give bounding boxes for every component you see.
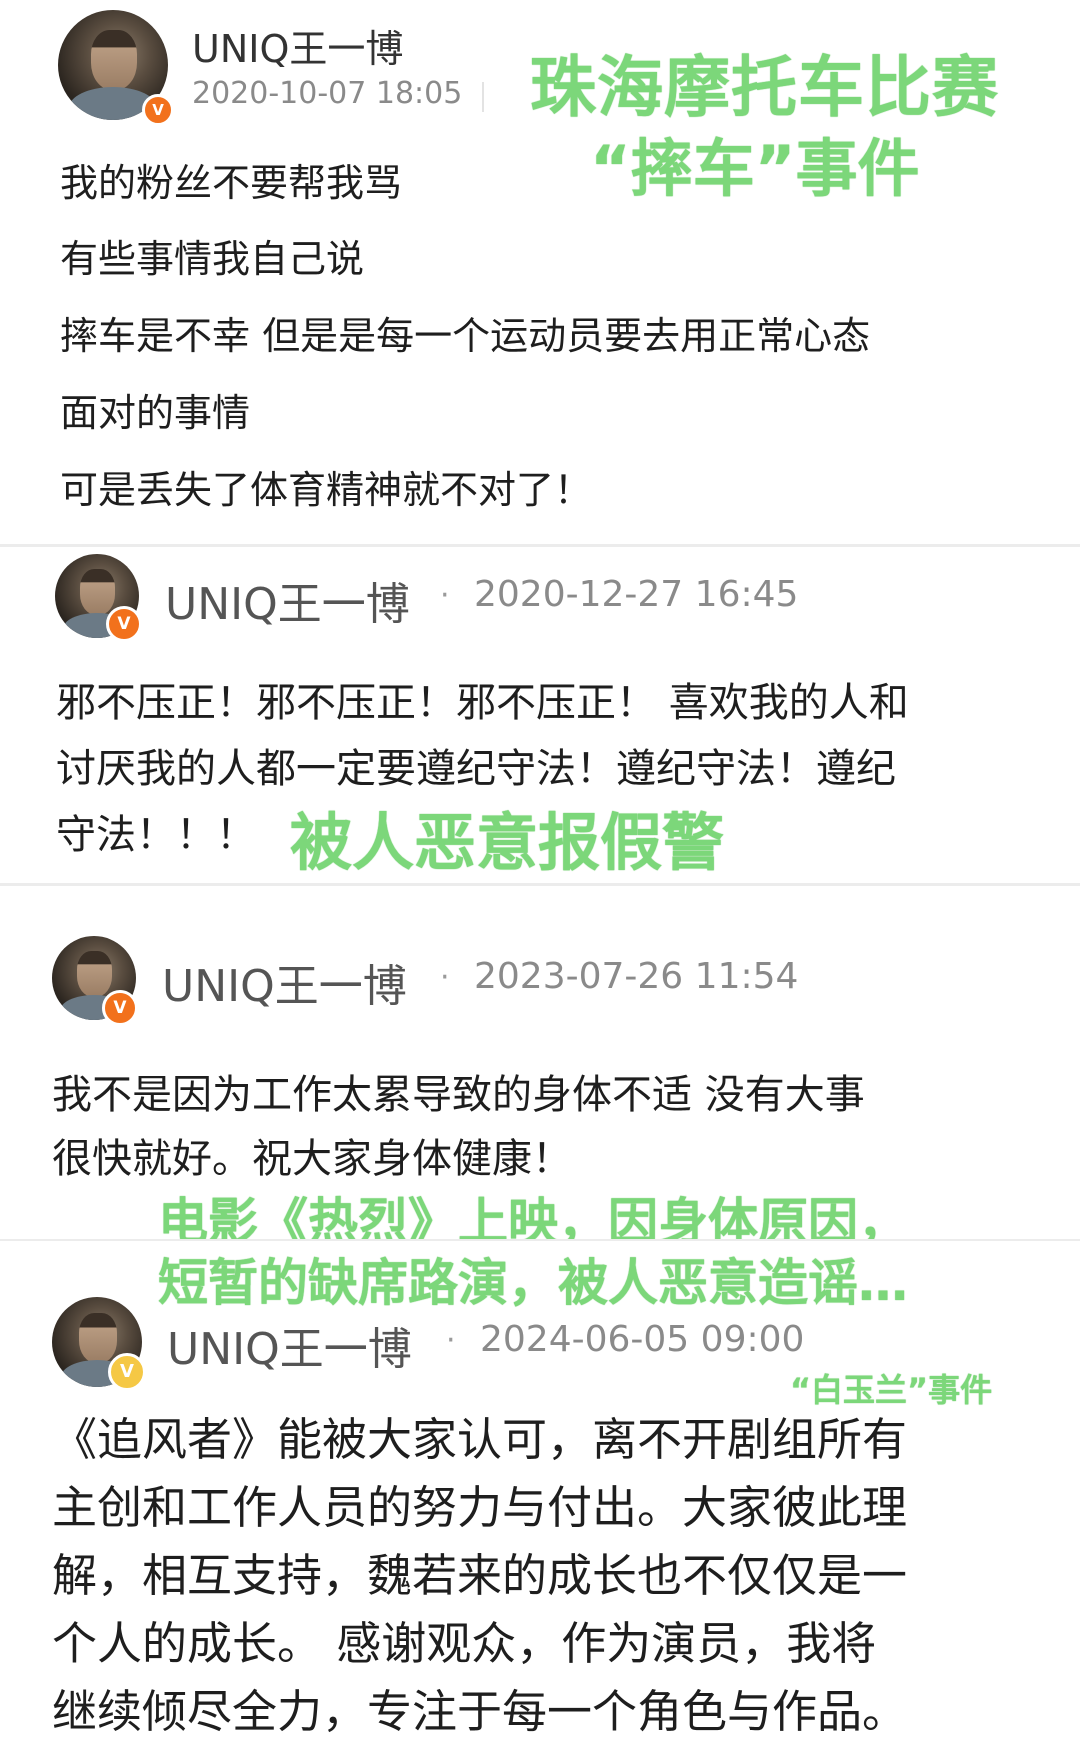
post-text-line: 我的粉丝不要帮我骂 xyxy=(60,161,403,205)
post-text-line: 摔车是不幸 但是是每一个运动员要去用正常心态 xyxy=(60,314,871,358)
username[interactable]: UNIQ王一博 xyxy=(167,1313,412,1377)
avatar-face xyxy=(80,569,116,616)
username[interactable]: UNIQ王一博 xyxy=(192,18,403,73)
post-text-line: 我不是因为工作太累导致的身体不适 没有大事 xyxy=(52,1072,865,1118)
header-separator: · xyxy=(440,578,450,613)
avatar-face xyxy=(79,1313,117,1363)
post-timestamp: 2020-10-07 18:05 xyxy=(192,76,463,111)
weibo-post-2: V UNIQ王一博 · 2020-12-27 16:45 邪不压正！邪不压正！邪… xyxy=(0,548,1080,883)
post-text-line: 很快就好。祝大家身体健康！ xyxy=(52,1136,572,1182)
avatar-face xyxy=(77,951,113,998)
post-timestamp: 2024-06-05 09:00 xyxy=(480,1319,805,1360)
post-text-line: 有些事情我自己说 xyxy=(60,237,365,281)
post-text-line: 解，相互支持，魏若来的成长也不仅仅是一 xyxy=(52,1549,908,1602)
weibo-post-3: V UNIQ王一博 · 2023-07-26 11:54 我不是因为工作太累导致… xyxy=(0,886,1080,1240)
header-divider xyxy=(482,82,484,112)
verified-badge-icon: V xyxy=(142,94,174,126)
post-text-line: 邪不压正！邪不压正！邪不压正！ 喜欢我的人和 xyxy=(56,680,909,726)
avatar-face xyxy=(91,29,138,91)
post-text-line: 面对的事情 xyxy=(60,391,251,435)
weibo-post-4: 短暂的缺席路演，被人恶意造谣… V UNIQ王一博 · 2024-06-05 0… xyxy=(0,1241,1080,1745)
post-text-line: 继续倾尽全力，专注于每一个角色与作品。 xyxy=(52,1685,908,1738)
annotation-line-2: “摔车”事件 xyxy=(590,132,920,205)
post-text-line: 守法！！！ xyxy=(56,812,256,858)
verified-badge-icon: V xyxy=(108,1353,146,1391)
username[interactable]: UNIQ王一博 xyxy=(162,950,407,1014)
username[interactable]: UNIQ王一博 xyxy=(165,568,410,632)
post-text-line: 可是丢失了体育精神就不对了！ xyxy=(60,468,593,512)
post-timestamp: 2023-07-26 11:54 xyxy=(474,956,799,997)
header-separator: · xyxy=(446,1323,456,1358)
post-text-line: 主创和工作人员的努力与付出。大家彼此理 xyxy=(52,1481,908,1534)
post-text-line: 《追风者》能被大家认可，离不开剧组所有 xyxy=(52,1413,908,1466)
annotation-line-1: 珠海摩托车比赛 xyxy=(530,49,999,126)
post-divider xyxy=(0,544,1080,547)
header-separator: · xyxy=(440,960,450,995)
annotation-line-1: 电影《热烈》上映，因身体原因， xyxy=(158,1193,908,1240)
post-text-line: 个人的成长。 感谢观众，作为演员，我将 xyxy=(52,1617,877,1670)
post-text-line: 讨厌我的人都一定要遵纪守法！遵纪守法！遵纪 xyxy=(56,746,896,792)
verified-badge-icon: V xyxy=(106,606,142,642)
annotation-line-1: 被人恶意报假警 xyxy=(290,806,725,879)
annotation-line-2: 短暂的缺席路演，被人恶意造谣… xyxy=(158,1254,908,1312)
post-timestamp: 2020-12-27 16:45 xyxy=(474,574,799,615)
verified-badge-icon: V xyxy=(102,990,138,1026)
weibo-post-1: V UNIQ王一博 2020-10-07 18:05 珠海摩托车比赛 “摔车”事… xyxy=(0,0,1080,545)
